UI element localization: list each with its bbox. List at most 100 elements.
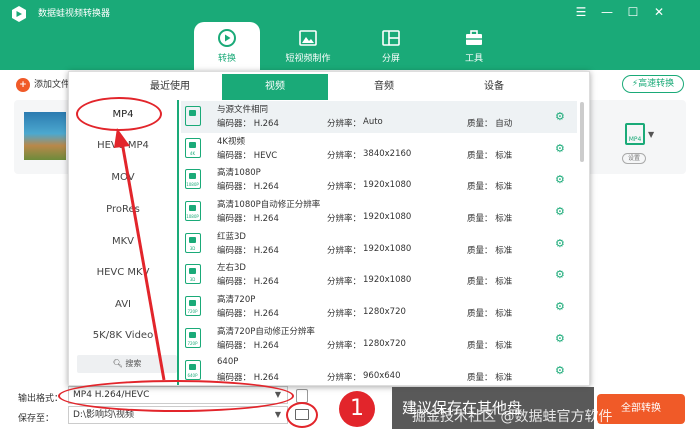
video-format-icon: 720P [185, 327, 201, 348]
tab-tools[interactable]: 工具 [441, 22, 507, 70]
category-item-hevc-mkv[interactable]: HEVC MKV [73, 258, 173, 288]
gear-icon[interactable]: ⚙ [555, 238, 566, 249]
app-title: 数据蛙视频转换器 [38, 9, 111, 19]
format-resolution: 1920x1080 [363, 275, 412, 286]
maximize-icon[interactable]: ☐ [626, 5, 640, 19]
gear-icon[interactable]: ⚙ [555, 269, 566, 280]
format-resolution: 960x640 [363, 370, 401, 381]
format-preset-row[interactable]: 640P 640P 编码器： H.264 分辨率： 960x640 质量： 标准 ⚙ [181, 355, 577, 385]
split-screen-icon [382, 30, 400, 46]
category-item-hevc-mp4[interactable]: HEVC MP4 [73, 131, 173, 161]
format-codec: 编码器： H.264 [217, 245, 279, 256]
convert-icon [218, 29, 236, 47]
gear-icon[interactable]: ⚙ [555, 111, 566, 122]
tab-convert[interactable]: 转换 [194, 22, 260, 70]
popup-tab-recent[interactable]: 最近使用 [117, 74, 223, 100]
format-codec: 编码器： H.264 [217, 277, 279, 288]
speed-convert-button[interactable]: ⚡高速转换 [622, 75, 684, 93]
format-preset-row[interactable]: 4K 4K视频 编码器： HEVC 分辨率： 3840x2160 质量： 标准 ⚙ [181, 133, 577, 165]
close-icon[interactable]: ✕ [652, 5, 666, 19]
video-thumbnail[interactable] [24, 112, 66, 160]
format-resolution-label: 分辨率： [327, 277, 362, 288]
format-resolution: 1920x1080 [363, 212, 412, 223]
output-format-badge[interactable]: MP4 [625, 123, 645, 145]
video-format-icon: 3D [185, 264, 201, 285]
title-bar: 数据蛙视频转换器 ☰ — ☐ ✕ 转换 短视频制作 分屏 工具 [0, 0, 700, 70]
menu-icon[interactable]: ☰ [574, 5, 588, 19]
format-name: 640P [217, 356, 239, 367]
format-preset-row[interactable]: 720P 高清720P自动修正分辨率 编码器： H.264 分辨率： 1280x720 质… [181, 323, 577, 355]
format-tag: 1080P [186, 182, 199, 188]
annotation-ellipse-mp4 [76, 97, 162, 131]
search-icon: 🔍︎ [112, 359, 123, 368]
format-name: 高清720P自动修正分辨率 [217, 326, 315, 337]
format-resolution-label: 分辨率： [327, 372, 362, 383]
tab-split-screen[interactable]: 分屏 [358, 22, 424, 70]
file-settings-button[interactable]: 设置 [622, 153, 646, 164]
format-name: 与源文件相同 [217, 105, 269, 115]
video-format-icon: 720P [185, 296, 201, 317]
format-name: 红蓝3D [217, 231, 246, 242]
category-item-5k8k[interactable]: 5K/8K Video [73, 321, 173, 351]
format-quality: 质量： 标准 [467, 214, 513, 225]
format-name: 左右3D [217, 263, 246, 274]
popup-tab-device[interactable]: 设备 [441, 74, 547, 100]
format-resolution-label: 分辨率： [327, 150, 362, 161]
format-resolution-label: 分辨率： [327, 119, 362, 129]
format-codec: 编码器： H.264 [217, 309, 279, 320]
format-scrollbar-thumb[interactable] [580, 102, 584, 162]
format-quality: 质量： 标准 [467, 340, 513, 351]
format-codec: 编码器： H.264 [217, 214, 279, 225]
format-preset-row[interactable]: 1080P 高清1080P 编码器： H.264 分辨率： 1920x1080 质量： 标… [181, 164, 577, 196]
popup-tab-video[interactable]: 视频 [222, 74, 328, 100]
format-resolution-label: 分辨率： [327, 214, 362, 225]
format-name: 高清720P [217, 295, 256, 306]
tab-short-video[interactable]: 短视频制作 [275, 22, 341, 70]
format-codec: 编码器： H.264 [217, 182, 279, 193]
format-preset-row[interactable]: 与源文件相同 编码器： H.264 分辨率： Auto 质量： 自动 ⚙ [181, 101, 577, 133]
annotation-ellipse-folder [286, 402, 318, 428]
format-quality: 质量： 自动 [467, 119, 513, 129]
video-format-icon: 4K [185, 137, 201, 158]
gear-icon[interactable]: ⚙ [555, 365, 566, 376]
minimize-icon[interactable]: — [600, 5, 614, 19]
video-format-icon: 1080P [185, 201, 201, 222]
category-search-button[interactable]: 🔍︎ 搜索 [77, 355, 177, 373]
gear-icon[interactable]: ⚙ [555, 143, 566, 154]
format-preset-row[interactable]: 1080P 高清1080P自动修正分辨率 编码器： H.264 分辨率： 1920x10… [181, 196, 577, 228]
format-preset-row[interactable]: 720P 高清720P 编码器： H.264 分辨率： 1280x720 质量： 标准 ⚙ [181, 291, 577, 323]
watermark: 掘金技术社区 @数据蛙官方软件 [412, 409, 613, 425]
format-tag: 640P [187, 372, 198, 378]
category-divider [177, 100, 179, 385]
gear-icon[interactable]: ⚙ [555, 301, 566, 312]
category-item-mov[interactable]: MOV [73, 163, 173, 193]
chevron-down-icon: ▼ [274, 410, 281, 419]
category-item-mkv[interactable]: MKV [73, 227, 173, 257]
format-preset-list: 与源文件相同 编码器： H.264 分辨率： Auto 质量： 自动 ⚙ 4K 4K视频 编码器… [181, 101, 577, 384]
format-resolution-label: 分辨率： [327, 340, 362, 351]
chevron-down-icon[interactable]: ▼ [648, 130, 654, 139]
edit-format-icon[interactable] [296, 389, 308, 403]
search-label: 搜索 [125, 359, 142, 368]
format-resolution-label: 分辨率： [327, 309, 362, 320]
add-file-button[interactable]: + 添加文件 [16, 77, 70, 92]
category-item-prores[interactable]: ProRes [73, 195, 173, 225]
format-name: 高清1080P [217, 168, 261, 179]
format-quality: 质量： 标准 [467, 309, 513, 320]
format-preset-row[interactable]: 3D 左右3D 编码器： H.264 分辨率： 1920x1080 质量： 标准 ⚙ [181, 259, 577, 291]
video-format-icon [185, 106, 201, 126]
image-icon [299, 30, 317, 46]
annotation-ellipse-output [58, 380, 294, 412]
video-format-icon: 640P [185, 359, 201, 380]
tab-split-screen-label: 分屏 [381, 54, 400, 64]
format-preset-row[interactable]: 3D 红蓝3D 编码器： H.264 分辨率： 1920x1080 质量： 标准 ⚙ [181, 228, 577, 260]
gear-icon[interactable]: ⚙ [555, 206, 566, 217]
tab-tools-label: 工具 [464, 54, 483, 64]
popup-tab-audio[interactable]: 音频 [331, 74, 437, 100]
gear-icon[interactable]: ⚙ [555, 174, 566, 185]
category-item-avi[interactable]: AVI [73, 290, 173, 320]
format-name: 高清1080P自动修正分辨率 [217, 200, 321, 211]
gear-icon[interactable]: ⚙ [555, 333, 566, 344]
format-quality: 质量： 标准 [467, 245, 513, 256]
annotation-step-number: 1 [339, 391, 375, 427]
